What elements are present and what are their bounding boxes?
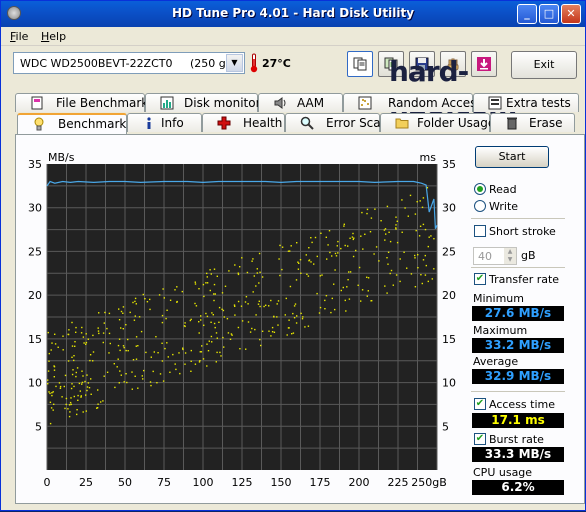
divider: [471, 218, 565, 219]
write-radio[interactable]: [474, 200, 486, 212]
short-stroke-checkbox[interactable]: [474, 225, 486, 237]
transfer-rate-label: Transfer rate: [489, 273, 560, 286]
burst-rate-checkbox[interactable]: ✔: [474, 433, 486, 445]
chevron-down-icon[interactable]: ▼: [226, 54, 243, 72]
window-title: HD Tune Pro 4.01 - Hard Disk Utility: [171, 6, 415, 20]
title-bar[interactable]: HD Tune Pro 4.01 - Hard Disk Utility _ □…: [1, 1, 585, 27]
access-time-label: Access time: [489, 398, 556, 411]
tab-health[interactable]: Health: [202, 113, 285, 132]
tab-erase[interactable]: Erase: [490, 113, 575, 132]
copy-icon: [353, 57, 367, 71]
minimum-value: 27.6 MB/s: [472, 306, 564, 321]
short-stroke-label: Short stroke: [489, 225, 556, 238]
maximum-value: 33.2 MB/s: [472, 338, 564, 353]
health-cross-icon: [217, 116, 231, 130]
lightbulb-icon: [34, 117, 44, 131]
menu-bar: File Help: [1, 27, 585, 46]
short-stroke-value: 40: [478, 250, 492, 263]
tab-extra-tests[interactable]: Extra tests: [473, 93, 579, 112]
drive-select-value: WDC WD2500BEVT-22ZCT0 (250 gB): [20, 57, 238, 70]
minimum-label: Minimum: [473, 292, 524, 305]
close-button[interactable]: ✕: [561, 4, 581, 24]
random-access-icon: [358, 96, 372, 110]
cpu-usage-value: 6.2%: [472, 480, 564, 495]
average-value: 32.9 MB/s: [472, 369, 564, 384]
short-stroke-unit: gB: [521, 249, 536, 262]
maximize-button[interactable]: □: [539, 4, 559, 24]
tab-file-benchmark[interactable]: File Benchmark: [15, 93, 148, 112]
menu-help[interactable]: Help: [41, 30, 66, 43]
temperature-value: 27°C: [262, 57, 291, 70]
trash-icon: [507, 117, 517, 130]
info-icon: [147, 117, 151, 129]
average-label: Average: [473, 355, 519, 368]
tab-aam[interactable]: AAM: [258, 93, 343, 112]
file-benchmark-icon: [31, 96, 43, 110]
divider: [471, 391, 565, 392]
burst-rate-label: Burst rate: [489, 433, 544, 446]
burst-rate-value: 33.3 MB/s: [472, 447, 564, 462]
tab-random-access[interactable]: Random Access: [343, 93, 483, 112]
cpu-usage-label: CPU usage: [473, 466, 533, 479]
access-time-checkbox[interactable]: ✔: [474, 398, 486, 410]
tab-benchmark[interactable]: Benchmark: [17, 113, 127, 134]
read-label: Read: [489, 183, 517, 196]
disk-monitor-icon: [160, 96, 174, 110]
divider: [471, 267, 565, 268]
drive-select[interactable]: WDC WD2500BEVT-22ZCT0 (250 gB) ▼: [13, 52, 245, 74]
tab-disk-monitor[interactable]: Disk monitor: [145, 93, 261, 112]
write-label: Write: [489, 200, 519, 213]
magnifier-icon: [300, 116, 314, 130]
start-button[interactable]: Start: [475, 146, 549, 168]
app-window: HD Tune Pro 4.01 - Hard Disk Utility _ □…: [0, 0, 586, 511]
short-stroke-spinner[interactable]: 40 ▲ ▼: [473, 247, 517, 265]
read-radio[interactable]: [474, 183, 486, 195]
speaker-icon: [274, 97, 286, 109]
spinner-arrows-icon[interactable]: ▲ ▼: [504, 248, 516, 264]
folder-icon: [395, 118, 409, 129]
tab-error-scan[interactable]: Error Scan: [285, 113, 388, 132]
tab-info[interactable]: Info: [127, 113, 202, 132]
tab-folder-usage[interactable]: Folder Usage: [380, 113, 495, 132]
access-time-value: 17.1 ms: [472, 413, 564, 428]
thermometer-icon: [250, 53, 258, 73]
extra-tests-icon: [488, 96, 502, 110]
minimize-button[interactable]: _: [517, 4, 537, 24]
menu-file[interactable]: File: [10, 30, 28, 43]
copy-info-button[interactable]: [347, 51, 373, 77]
transfer-rate-checkbox[interactable]: ✔: [474, 273, 486, 285]
maximum-label: Maximum: [473, 324, 528, 337]
